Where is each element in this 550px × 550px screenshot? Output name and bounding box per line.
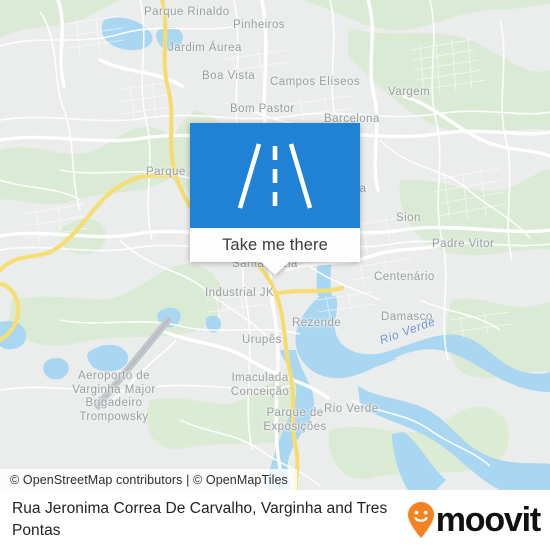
map-attribution[interactable]: © OpenStreetMap contributors | © OpenMap… bbox=[0, 469, 297, 490]
moovit-logo[interactable]: moovit bbox=[407, 500, 550, 540]
popup-action-bar[interactable]: Take me there bbox=[190, 228, 360, 262]
road-icon bbox=[237, 142, 313, 209]
footer-bar: Rua Jeronima Correa De Carvalho, Varginh… bbox=[0, 490, 550, 550]
take-me-there-label: Take me there bbox=[222, 235, 328, 254]
popup-pointer-tail bbox=[261, 262, 289, 275]
location-title: Rua Jeronima Correa De Carvalho, Varginh… bbox=[12, 500, 388, 539]
moovit-wordmark: moovit bbox=[435, 501, 541, 539]
moovit-pin-icon bbox=[407, 502, 434, 538]
map-canvas[interactable]: Parque Rinaldo Pinheiros Jardim Áurea Bo… bbox=[0, 0, 550, 490]
popup-header bbox=[190, 123, 360, 228]
moovit-map-page: Parque Rinaldo Pinheiros Jardim Áurea Bo… bbox=[0, 0, 550, 550]
take-me-there-popup[interactable]: Take me there bbox=[190, 123, 360, 275]
attribution-text: © OpenStreetMap contributors | © OpenMap… bbox=[10, 472, 288, 487]
